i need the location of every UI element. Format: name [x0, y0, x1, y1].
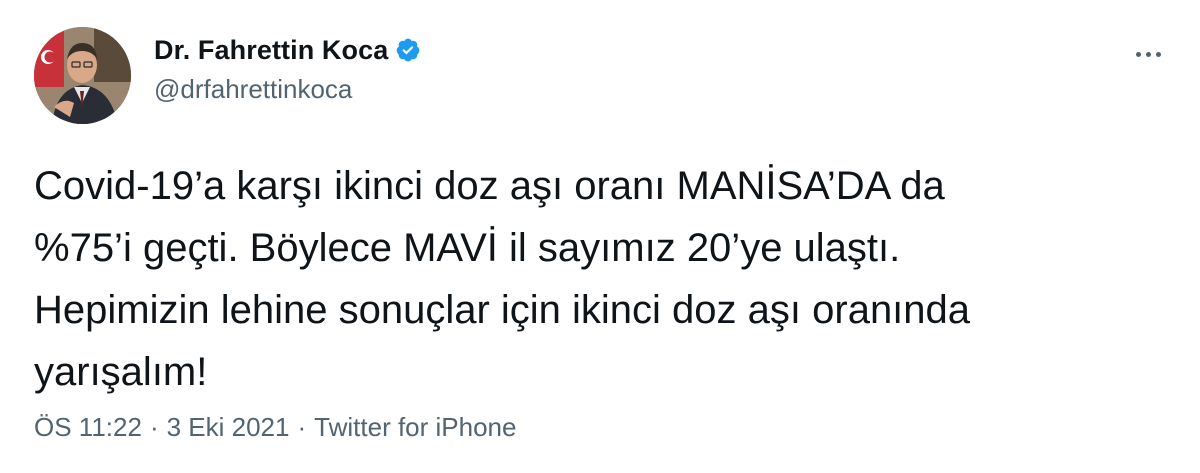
meta-separator: ·: [297, 412, 307, 442]
tweet-text-line: Hepimizin lehine sonuçlar için ikinci do…: [34, 288, 971, 332]
tweet-source-link[interactable]: Twitter for iPhone: [314, 412, 516, 443]
verified-badge-icon: [395, 37, 421, 63]
tweet-text: Covid-19’a karşı ikinci doz aşı oranı MA…: [34, 155, 1154, 403]
more-dot: [1135, 51, 1141, 57]
more-dot: [1155, 51, 1161, 57]
profile-photo-icon: [34, 27, 131, 124]
avatar[interactable]: [34, 27, 131, 124]
tweet-date[interactable]: 3 Eki 2021: [167, 412, 290, 443]
tweet-text-line: yarışalım!: [34, 350, 208, 394]
author-info: Dr. Fahrettin Koca @drfahrettinkoca: [154, 34, 421, 105]
meta-separator: ·: [149, 412, 159, 442]
author-display-name[interactable]: Dr. Fahrettin Koca: [154, 35, 388, 66]
tweet-text-line: %75’i geçti. Böylece MAVİ il sayımız 20’…: [34, 226, 901, 270]
more-options-icon[interactable]: [1128, 42, 1168, 66]
more-dot: [1145, 51, 1151, 57]
tweet-text-line: Covid-19’a karşı ikinci doz aşı oranı MA…: [34, 164, 945, 208]
tweet-meta: ÖS 11:22 · 3 Eki 2021 · Twitter for iPho…: [34, 412, 516, 443]
tweet-time[interactable]: ÖS 11:22: [34, 412, 142, 443]
tweet-card: Dr. Fahrettin Koca @drfahrettinkoca Covi…: [0, 0, 1200, 473]
author-handle[interactable]: @drfahrettinkoca: [154, 74, 421, 105]
name-row: Dr. Fahrettin Koca: [154, 34, 421, 66]
